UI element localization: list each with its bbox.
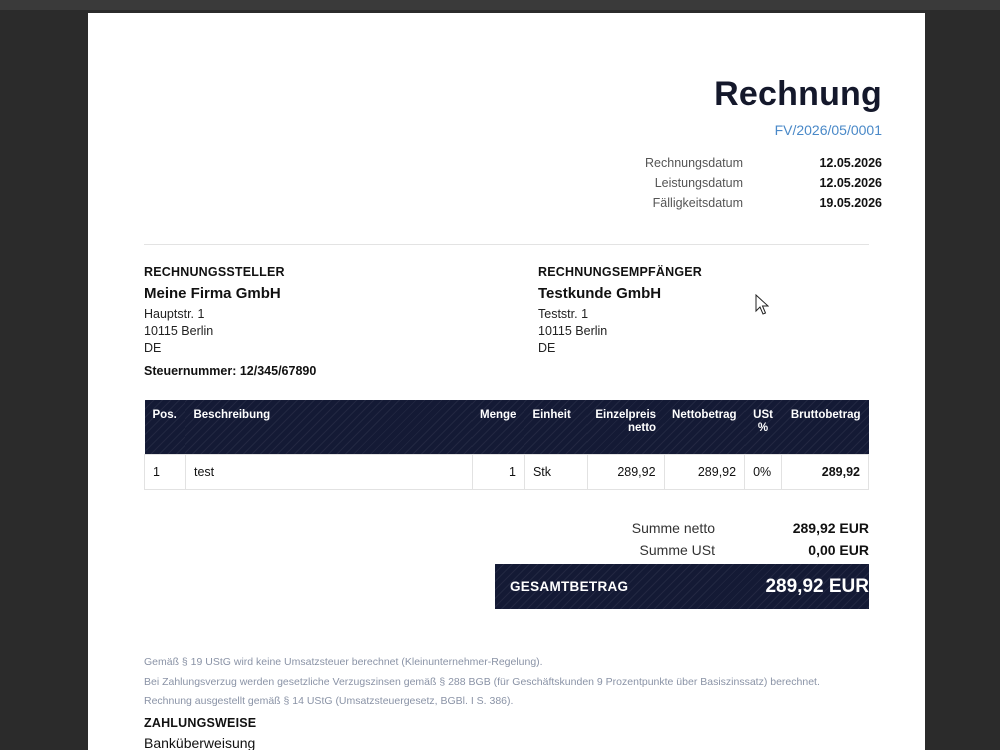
meta-value: 12.05.2026 bbox=[819, 176, 882, 190]
sender-city: 10115 Berlin bbox=[144, 324, 214, 338]
recipient-street: Teststr. 1 bbox=[538, 307, 589, 321]
sender-country: DE bbox=[144, 341, 162, 355]
grand-total-label: GESAMTBETRAG bbox=[510, 579, 629, 594]
meta-row-due-date: Fälligkeitsdatum 19.05.2026 bbox=[582, 193, 882, 213]
invoice-content: Rechnung FV/2026/05/0001 Rechnungsdatum … bbox=[144, 13, 882, 750]
sender-address: Hauptstr. 1 10115 Berlin DE bbox=[144, 306, 464, 357]
invoice-number: FV/2026/05/0001 bbox=[774, 122, 882, 138]
col-header-net-amount: Nettobetrag bbox=[672, 409, 737, 421]
recipient-address: Teststr. 1 10115 Berlin DE bbox=[538, 306, 858, 357]
sender-tax-id: Steuernummer: 12/345/67890 bbox=[144, 364, 317, 378]
totals-block: Summe netto 289,92 EUR Summe USt 0,00 EU… bbox=[495, 517, 869, 561]
meta-value: 12.05.2026 bbox=[819, 156, 882, 170]
total-vat-label: Summe USt bbox=[639, 542, 715, 558]
cell-vat: 0% bbox=[744, 454, 783, 490]
col-header-unit-price: Einzelpreis netto bbox=[587, 400, 664, 454]
meta-label: Leistungsdatum bbox=[654, 176, 743, 190]
viewer-top-bar bbox=[0, 0, 1000, 10]
cell-quantity: 1 bbox=[471, 454, 525, 490]
meta-label: Fälligkeitsdatum bbox=[652, 196, 743, 210]
recipient-country: DE bbox=[538, 341, 556, 355]
total-net-row: Summe netto 289,92 EUR bbox=[495, 517, 869, 539]
invoice-meta: Rechnungsdatum 12.05.2026 Leistungsdatum… bbox=[582, 153, 882, 213]
invoice-page: Rechnung FV/2026/05/0001 Rechnungsdatum … bbox=[88, 13, 925, 750]
sender-block: RECHNUNGSSTELLER Meine Firma GmbH Haupts… bbox=[144, 265, 464, 378]
cell-net-amount: 289,92 bbox=[663, 454, 746, 490]
invoice-title: Rechnung bbox=[714, 75, 882, 113]
recipient-name: Testkunde GmbH bbox=[538, 285, 662, 302]
col-header-vat: USt % bbox=[745, 400, 782, 454]
sender-name: Meine Firma GmbH bbox=[144, 285, 281, 302]
items-table: Pos. Beschreibung Menge Einheit Einzelpr… bbox=[144, 400, 869, 490]
col-header-vat-line1: USt bbox=[753, 409, 773, 421]
total-vat-value: 0,00 EUR bbox=[808, 542, 869, 558]
recipient-city: 10115 Berlin bbox=[538, 324, 608, 338]
col-header-unit-price-line1: Einzelpreis bbox=[595, 409, 657, 421]
grand-total-value: 289,92 EUR bbox=[765, 575, 869, 597]
col-header-description: Beschreibung bbox=[193, 409, 271, 421]
meta-row-service-date: Leistungsdatum 12.05.2026 bbox=[582, 173, 882, 193]
total-net-value: 289,92 EUR bbox=[792, 520, 869, 536]
cell-description: test bbox=[184, 454, 473, 490]
total-net-label: Summe netto bbox=[631, 520, 715, 536]
note-late-payment: Bei Zahlungsverzug werden gesetzliche Ve… bbox=[144, 675, 820, 688]
recipient-heading: RECHNUNGSEMPFÄNGER bbox=[538, 265, 703, 279]
total-vat-row: Summe USt 0,00 EUR bbox=[495, 539, 869, 561]
cell-gross-amount: 289,92 bbox=[781, 454, 869, 490]
sender-street: Hauptstr. 1 bbox=[144, 307, 205, 321]
meta-label: Rechnungsdatum bbox=[645, 156, 743, 170]
meta-value: 19.05.2026 bbox=[819, 196, 882, 210]
grand-total-bar: GESAMTBETRAG 289,92 EUR bbox=[495, 564, 869, 609]
legal-notes: Gemäß § 19 UStG wird keine Umsatzsteuer … bbox=[144, 653, 884, 750]
payment-method: Banküberweisung bbox=[144, 734, 256, 750]
cell-pos: 1 bbox=[144, 454, 186, 490]
mouse-pointer-icon bbox=[755, 294, 769, 315]
recipient-block: RECHNUNGSEMPFÄNGER Testkunde GmbH Testst… bbox=[538, 265, 858, 357]
meta-row-invoice-date: Rechnungsdatum 12.05.2026 bbox=[582, 153, 882, 173]
col-header-quantity: Menge bbox=[480, 409, 517, 421]
cell-unit: Stk bbox=[523, 454, 588, 490]
col-header-vat-line2: % bbox=[757, 422, 769, 434]
col-header-gross-amount: Bruttobetrag bbox=[790, 409, 861, 421]
table-row: 1 test 1 Stk 289,92 289,92 0% 289,92 bbox=[144, 454, 869, 490]
header-divider bbox=[144, 244, 869, 245]
cell-unit-price: 289,92 bbox=[586, 454, 665, 490]
items-table-header: Pos. Beschreibung Menge Einheit Einzelpr… bbox=[144, 400, 869, 454]
note-issued-per: Rechnung ausgestellt gemäß § 14 UStG (Um… bbox=[144, 695, 514, 707]
col-header-pos: Pos. bbox=[152, 409, 177, 421]
col-header-unit-price-line2: netto bbox=[627, 422, 657, 434]
note-small-business: Gemäß § 19 UStG wird keine Umsatzsteuer … bbox=[144, 656, 543, 668]
sender-heading: RECHNUNGSSTELLER bbox=[144, 265, 285, 279]
payment-heading: ZAHLUNGSWEISE bbox=[144, 715, 257, 730]
col-header-unit: Einheit bbox=[532, 409, 571, 421]
